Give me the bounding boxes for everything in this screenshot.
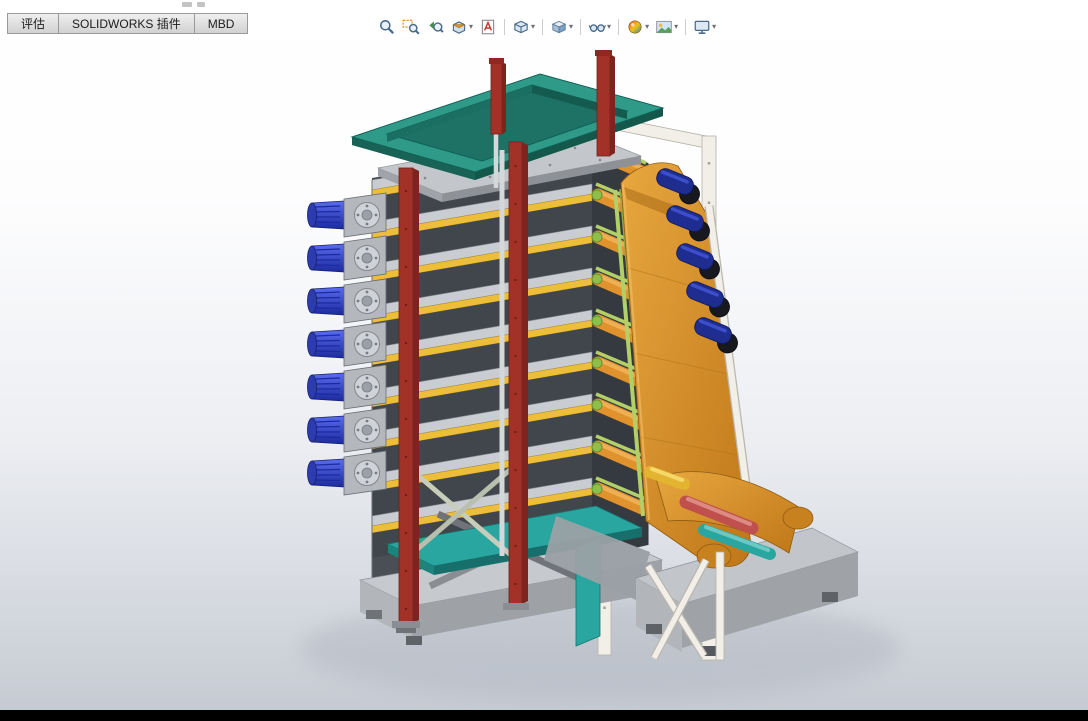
toolbar-separator xyxy=(618,19,620,35)
apply-scene-button[interactable]: ▾ xyxy=(653,16,680,38)
toolbar-separator xyxy=(580,19,582,35)
graphics-area[interactable] xyxy=(0,0,1088,710)
command-manager-tabs: 评估 SOLIDWORKS 插件 MBD xyxy=(7,13,249,34)
dynamic-annotation-views-icon xyxy=(481,19,495,35)
tab-mbd[interactable]: MBD xyxy=(193,13,249,34)
zoom-to-area-button[interactable] xyxy=(400,16,422,38)
taskbar-edge xyxy=(0,710,1088,721)
previous-view-button[interactable] xyxy=(424,16,446,38)
machine-model[interactable] xyxy=(0,0,1088,710)
edit-appearance-icon xyxy=(628,20,642,34)
zoom-to-fit-button[interactable] xyxy=(376,16,398,38)
apply-scene-icon xyxy=(656,20,672,34)
dropdown-caret[interactable]: ▾ xyxy=(569,23,573,31)
dropdown-caret[interactable]: ▾ xyxy=(712,23,716,31)
hide-show-items-button[interactable]: ▾ xyxy=(586,16,613,38)
dropdown-caret[interactable]: ▾ xyxy=(645,23,649,31)
tab-solidworks-addins[interactable]: SOLIDWORKS 插件 xyxy=(58,13,195,34)
view-orientation-button[interactable]: ▾ xyxy=(510,16,537,38)
view-settings-icon xyxy=(694,20,710,34)
toolbar-separator xyxy=(504,19,506,35)
dynamic-annotation-views-button[interactable] xyxy=(477,16,499,38)
dropdown-caret[interactable]: ▾ xyxy=(607,23,611,31)
tab-evaluate[interactable]: 评估 xyxy=(7,13,60,34)
previous-view-icon xyxy=(429,21,444,33)
view-settings-button[interactable]: ▾ xyxy=(691,16,718,38)
zoom-to-area-icon xyxy=(402,19,420,35)
section-view-button[interactable]: ▾ xyxy=(448,16,475,38)
heads-up-view-toolbar: ▾ ▾ ▾ ▾ ▾ ▾ ▾ xyxy=(376,16,718,38)
dropdown-caret[interactable]: ▾ xyxy=(674,23,678,31)
display-style-button[interactable]: ▾ xyxy=(548,16,575,38)
section-view-icon xyxy=(452,21,466,34)
edit-appearance-button[interactable]: ▾ xyxy=(624,16,651,38)
solidworks-window: 评估 SOLIDWORKS 插件 MBD ▾ ▾ ▾ ▾ ▾ ▾ ▾ xyxy=(0,0,1088,721)
toolbar-separator xyxy=(542,19,544,35)
toolbar-separator xyxy=(685,19,687,35)
dropdown-caret[interactable]: ▾ xyxy=(469,23,473,31)
view-orientation-icon xyxy=(514,20,528,34)
zoom-to-fit-icon xyxy=(380,20,394,34)
clipped-icon-fragment xyxy=(197,2,205,7)
display-style-icon xyxy=(551,20,567,34)
dropdown-caret[interactable]: ▾ xyxy=(531,23,535,31)
hide-show-items-icon xyxy=(588,24,606,32)
clipped-icon-fragment xyxy=(182,2,192,7)
